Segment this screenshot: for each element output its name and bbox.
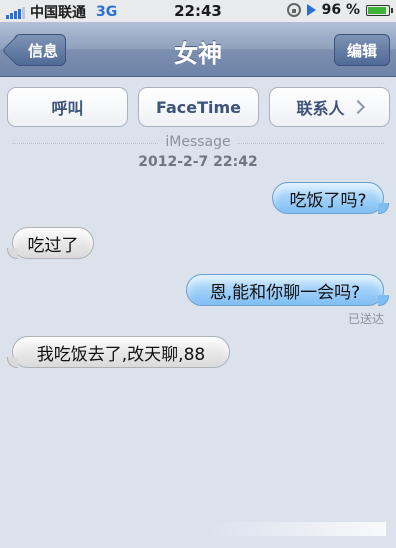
watermark-fade xyxy=(208,522,386,536)
contact-info-button[interactable]: 联系人 xyxy=(269,87,390,127)
service-label: iMessage xyxy=(0,134,396,150)
delivered-status: 已送达 xyxy=(347,312,384,326)
call-button[interactable]: 呼叫 xyxy=(7,87,128,127)
edit-button[interactable]: 编辑 xyxy=(334,34,390,66)
navigation-bar: 信息 女神 编辑 xyxy=(0,22,396,77)
status-bar: 中国联通 3G 22:43 96 % xyxy=(0,0,396,22)
facetime-label: FaceTime xyxy=(155,97,242,117)
service-label-text: iMessage xyxy=(159,134,237,150)
contact-label: 联系人 xyxy=(296,99,345,118)
outgoing-message-bubble[interactable]: 恩,能和你聊一会吗? xyxy=(186,274,389,306)
battery-fill xyxy=(368,6,387,14)
chevron-right-icon xyxy=(350,99,365,115)
contact-actions: 呼叫 FaceTime 联系人 xyxy=(7,87,391,129)
facetime-button[interactable]: FaceTime xyxy=(138,87,259,127)
status-right: 96 % xyxy=(286,2,393,18)
rotation-lock-icon xyxy=(286,3,301,17)
incoming-message-bubble[interactable]: 吃过了 xyxy=(7,227,94,259)
battery-percent: 96 % xyxy=(321,2,360,18)
incoming-message-bubble[interactable]: 我吃饭去了,改天聊,88 xyxy=(7,336,230,368)
message-timestamp: 2012-2-7 22:42 xyxy=(138,154,258,170)
battery-icon xyxy=(366,4,393,16)
play-icon xyxy=(306,4,316,16)
call-label: 呼叫 xyxy=(51,99,84,118)
outgoing-message-bubble[interactable]: 吃饭了吗? xyxy=(272,182,389,214)
